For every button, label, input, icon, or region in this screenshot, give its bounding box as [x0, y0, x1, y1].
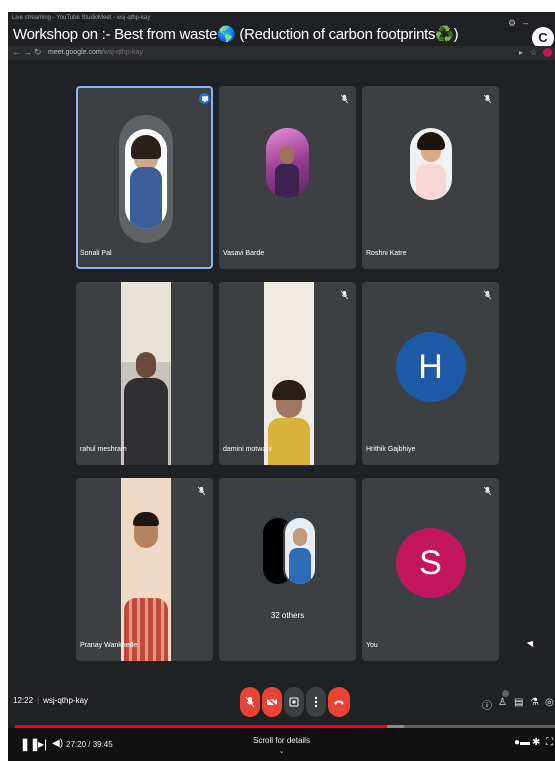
end-call-icon: [334, 700, 344, 705]
participant-name: damini motwani: [223, 446, 272, 453]
url-text[interactable]: meet.google.com/wsj-qthp-kay: [48, 49, 143, 56]
others-count-label: 32 others: [270, 611, 305, 620]
meeting-time: 12:22: [13, 696, 34, 705]
info-icon[interactable]: ⓘ: [482, 697, 492, 712]
participant-name: Hrithik Gajbhiye: [366, 446, 416, 453]
fullscreen-icon[interactable]: ⛶: [546, 737, 553, 748]
chat-icon[interactable]: ▤: [514, 697, 523, 708]
meet-call-controls: 12:22 | wsj-qthp-kay ⓘ ♙ ▤ ⚗ ◎: [8, 682, 555, 726]
activities-icon[interactable]: ⚗: [530, 697, 539, 708]
url-path: /wsj-qthp-kay: [101, 49, 143, 56]
participant-name: rahul meshram: [80, 446, 127, 453]
tile-participant-6[interactable]: H Hrithik Gajbhiye: [362, 282, 499, 465]
mic-toggle-button[interactable]: [240, 687, 260, 717]
camera-off-icon: [266, 697, 278, 707]
people-count-badge: [502, 690, 509, 697]
avatar: [119, 115, 173, 243]
speaking-indicator-icon: [199, 93, 210, 104]
mic-off-icon: [340, 94, 349, 104]
avatar-letter: S: [395, 527, 466, 598]
settings-icon[interactable]: ⚙: [508, 18, 516, 29]
camera-video: [121, 282, 171, 465]
mic-off-icon: [483, 94, 492, 104]
participant-name: Pranay Wankhede: [80, 642, 138, 649]
participant-name: Roshni Katre: [366, 250, 407, 257]
avatar-letter: H: [395, 331, 466, 402]
tile-others[interactable]: 32 others: [219, 478, 356, 661]
mic-off-icon: [197, 486, 206, 496]
tile-participant-you[interactable]: S You: [362, 478, 499, 661]
participant-name: Vasavi Barde: [223, 250, 265, 257]
tile-participant-7[interactable]: Pranay Wankhede: [76, 478, 213, 661]
tile-participant-5[interactable]: damini motwani: [219, 282, 356, 465]
address-bar: ← → ↻ meet.google.com/wsj-qthp-kay ▸ ☆: [8, 46, 555, 60]
scroll-for-details[interactable]: Scroll for details: [8, 736, 555, 745]
present-icon: [289, 697, 299, 707]
camera-toggle-button[interactable]: [262, 687, 282, 717]
host-controls-icon[interactable]: ◎: [545, 697, 554, 708]
meeting-info: 12:22 | wsj-qthp-kay: [13, 696, 89, 705]
meeting-code: wsj-qthp-kay: [43, 696, 89, 705]
people-icon[interactable]: ♙: [498, 697, 507, 708]
participant-name: Sonali Pal: [80, 250, 112, 257]
screen-frame: Live streaming - YouTube Studio Meet - w…: [8, 12, 555, 761]
tab-meet[interactable]: Meet - wsj-qthp-kay: [98, 15, 150, 21]
camera-video: [121, 478, 171, 661]
mic-off-icon: [340, 290, 349, 300]
minimize-icon[interactable]: –: [523, 18, 528, 28]
tile-participant-4[interactable]: rahul meshram: [76, 282, 213, 465]
mic-off-icon: [483, 290, 492, 300]
leave-call-button[interactable]: [328, 687, 350, 717]
avatar: [285, 518, 315, 584]
avatar: [410, 128, 452, 200]
bookmark-star-icon[interactable]: ☆: [530, 48, 537, 57]
video-title: Workshop on :- Best from waste🌎 (Reducti…: [13, 26, 459, 43]
mouse-cursor-icon: [526, 638, 537, 648]
chevron-down-icon[interactable]: ⌄: [8, 747, 555, 755]
tile-participant-3[interactable]: Roshni Katre: [362, 86, 499, 269]
profile-avatar[interactable]: [543, 48, 552, 57]
avatar: [266, 128, 309, 198]
reload-icon[interactable]: ↻: [34, 47, 42, 58]
tile-participant-2[interactable]: Vasavi Barde: [219, 86, 356, 269]
tab-youtube-studio[interactable]: Live streaming - YouTube Studio: [12, 15, 99, 21]
more-vert-icon: [314, 696, 318, 708]
autoplay-toggle-icon[interactable]: ●▬: [514, 737, 530, 748]
tile-participant-1[interactable]: Sonali Pal: [76, 86, 213, 269]
forward-icon[interactable]: →: [23, 47, 32, 57]
back-icon[interactable]: ←: [12, 47, 21, 57]
present-screen-button[interactable]: [284, 687, 304, 717]
participant-name: You: [366, 642, 378, 649]
mic-off-icon: [483, 486, 492, 496]
mic-off-icon: [245, 696, 255, 708]
url-host: meet.google.com: [48, 49, 102, 56]
youtube-player-controls: ❚❚ ▸| ◀) 27:20 / 39:45 Scroll for detail…: [8, 728, 555, 761]
camera-video: [264, 282, 314, 465]
settings-gear-icon[interactable]: ✱: [532, 737, 540, 748]
more-options-button[interactable]: [306, 687, 326, 717]
cast-icon[interactable]: ▸: [519, 48, 523, 57]
browser-tab-bar: Live streaming - YouTube Studio Meet - w…: [8, 12, 555, 49]
